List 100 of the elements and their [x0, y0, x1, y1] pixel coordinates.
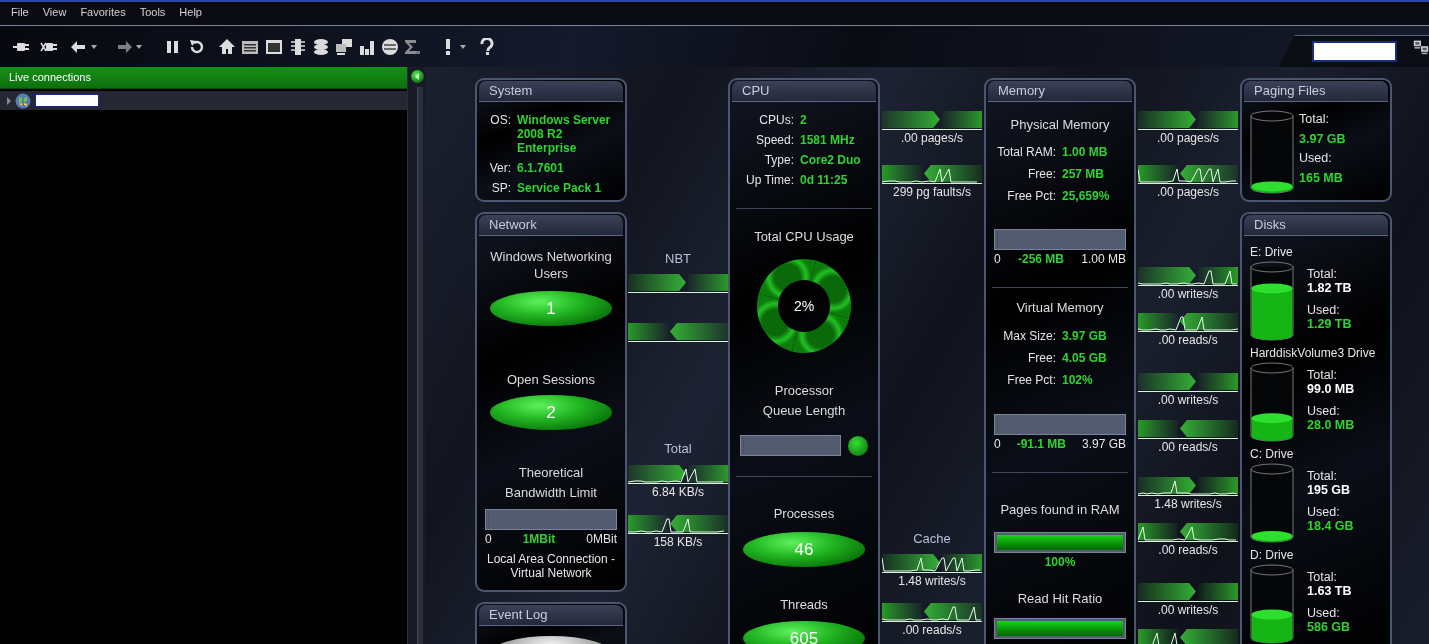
flow-rate-label: .00 reads/s — [1157, 440, 1219, 454]
field-value: Windows Server 2008 R2 Enterprise — [517, 112, 612, 157]
field-label: Free Pct: — [1006, 372, 1056, 389]
total-value: 1.63 TB — [1307, 584, 1352, 598]
flow-rate-label: .00 reads/s — [1157, 543, 1219, 557]
field-value: 2 — [800, 112, 808, 129]
panel-title: System — [489, 82, 533, 100]
field-label: CPUs: — [758, 112, 794, 129]
section-title: Physical Memory — [1010, 116, 1110, 134]
flow-rate-label: .00 pages/s — [1155, 185, 1220, 199]
drive-name: HarddiskVolume3 Drive — [1250, 346, 1377, 360]
caret-icon[interactable] — [91, 44, 97, 49]
flow-heading: Cache — [912, 531, 952, 547]
menu-item[interactable]: Help — [179, 2, 202, 22]
network-computers-icon[interactable] — [1413, 38, 1429, 56]
adapter-name: Local Area Connection - Virtual Network — [485, 552, 617, 580]
field-value: 257 MB — [1062, 166, 1106, 183]
used-label: Used: — [1299, 150, 1333, 167]
total-label: Total: — [1307, 570, 1338, 584]
globe-icon — [15, 92, 31, 109]
expand-arrow-icon[interactable] — [6, 96, 12, 105]
counter-value: 2 — [490, 395, 612, 430]
menu-item[interactable]: View — [42, 2, 67, 22]
used-value: 18.4 GB — [1307, 519, 1354, 533]
total-value: 99.0 MB — [1307, 382, 1355, 396]
flow-rate-label: .00 writes/s — [1156, 287, 1220, 301]
flow-rate-label: .00 reads/s — [901, 623, 963, 637]
field-value: 1581 MHz — [800, 132, 856, 149]
database-icon[interactable] — [312, 37, 330, 56]
flow-rate-label: .00 writes/s — [1156, 393, 1220, 407]
field-value: 4.05 GB — [1062, 350, 1108, 367]
total-label: Total: — [1307, 469, 1338, 483]
queue-label: Processor Queue Length — [761, 382, 847, 420]
flow-rate-label: .00 pages/s — [899, 131, 964, 145]
total-value: 1.82 TB — [1307, 281, 1352, 295]
used-label: Used: — [1307, 606, 1341, 620]
field-label: Up Time: — [745, 172, 794, 189]
field-value: 6.1.7601 — [517, 160, 565, 177]
menu-item[interactable]: Tools — [139, 2, 166, 22]
counter-label: Windows Networking Users — [489, 248, 613, 282]
drive-name: C: Drive — [1250, 447, 1295, 461]
memory-reading: -91.1 MB — [1016, 437, 1066, 451]
field-label: SP: — [490, 180, 511, 197]
flow-rate-label: 158 KB/s — [652, 535, 704, 549]
help-icon[interactable] — [478, 37, 496, 56]
flow-rate-label: .00 writes/s — [1156, 603, 1220, 617]
field-label: Free: — [1027, 350, 1056, 367]
total-label: Total: — [1307, 368, 1338, 382]
memory-reading: -256 MB — [1018, 252, 1064, 266]
flow-rate-label: 299 pg faults/s — [891, 185, 973, 199]
chip-icon[interactable] — [289, 37, 307, 56]
field-value: 0d 11:25 — [800, 172, 849, 189]
panel-title: Memory — [998, 82, 1045, 100]
field-label: OS: — [489, 112, 511, 129]
counter-value: 605 — [743, 621, 865, 644]
counter-value: 1 — [490, 291, 612, 326]
field-value: Core2 Duo — [800, 152, 862, 169]
total-value: 195 GB — [1307, 483, 1352, 497]
menu-item[interactable]: File — [11, 2, 29, 22]
ratio-reading: 100% — [1043, 555, 1077, 569]
total-value: 3.97 GB — [1299, 130, 1346, 148]
used-value: 28.0 MB — [1307, 418, 1355, 432]
collapse-left-icon[interactable] — [411, 70, 425, 83]
status-dot-icon — [848, 435, 868, 456]
window-icon[interactable] — [265, 37, 283, 56]
total-label: Total: — [1307, 267, 1338, 281]
panel-title: Paging Files — [1254, 82, 1326, 100]
panel-title: Event Log — [489, 606, 548, 624]
disc-icon[interactable] — [381, 37, 399, 56]
caret-icon[interactable] — [460, 44, 466, 49]
scale-min: 0 — [994, 437, 1001, 451]
refresh-icon[interactable] — [188, 37, 206, 56]
home-icon[interactable] — [218, 37, 236, 56]
sigma-icon[interactable] — [403, 37, 421, 56]
panel-title: Disks — [1254, 216, 1286, 234]
field-label: Max Size: — [1002, 328, 1056, 345]
panel-title: CPU — [742, 82, 770, 100]
flow-rate-label: 1.48 writes/s — [897, 574, 967, 588]
used-label: Used: — [1307, 505, 1341, 519]
panel-title: Network — [489, 216, 537, 234]
used-value: 1.29 TB — [1307, 317, 1352, 331]
windows-icon[interactable] — [335, 37, 353, 56]
bandwidth-label: Theoretical Bandwidth Limit — [504, 464, 598, 502]
scale-min: 0 — [994, 252, 1001, 266]
pane-title: Live connections — [9, 71, 91, 83]
field-label: Speed: — [754, 132, 794, 149]
total-label: Total: — [1299, 111, 1330, 128]
cpu-usage-value: 2% — [793, 298, 815, 314]
menu-item[interactable]: Favorites — [80, 2, 126, 22]
counter-value: 46 — [743, 532, 865, 567]
used-label: Used: — [1307, 404, 1341, 418]
drive-name: E: Drive — [1250, 245, 1294, 259]
used-label: Used: — [1307, 303, 1341, 317]
flow-rate-label: .00 reads/s — [1157, 333, 1219, 347]
caret-icon[interactable] — [136, 44, 142, 49]
flow-heading: NBT — [664, 251, 692, 267]
field-value: 1.00 MB — [1062, 144, 1109, 161]
counter-label: Open Sessions — [505, 371, 597, 388]
field-label: Free: — [1027, 166, 1056, 183]
input-field[interactable] — [1312, 41, 1397, 62]
